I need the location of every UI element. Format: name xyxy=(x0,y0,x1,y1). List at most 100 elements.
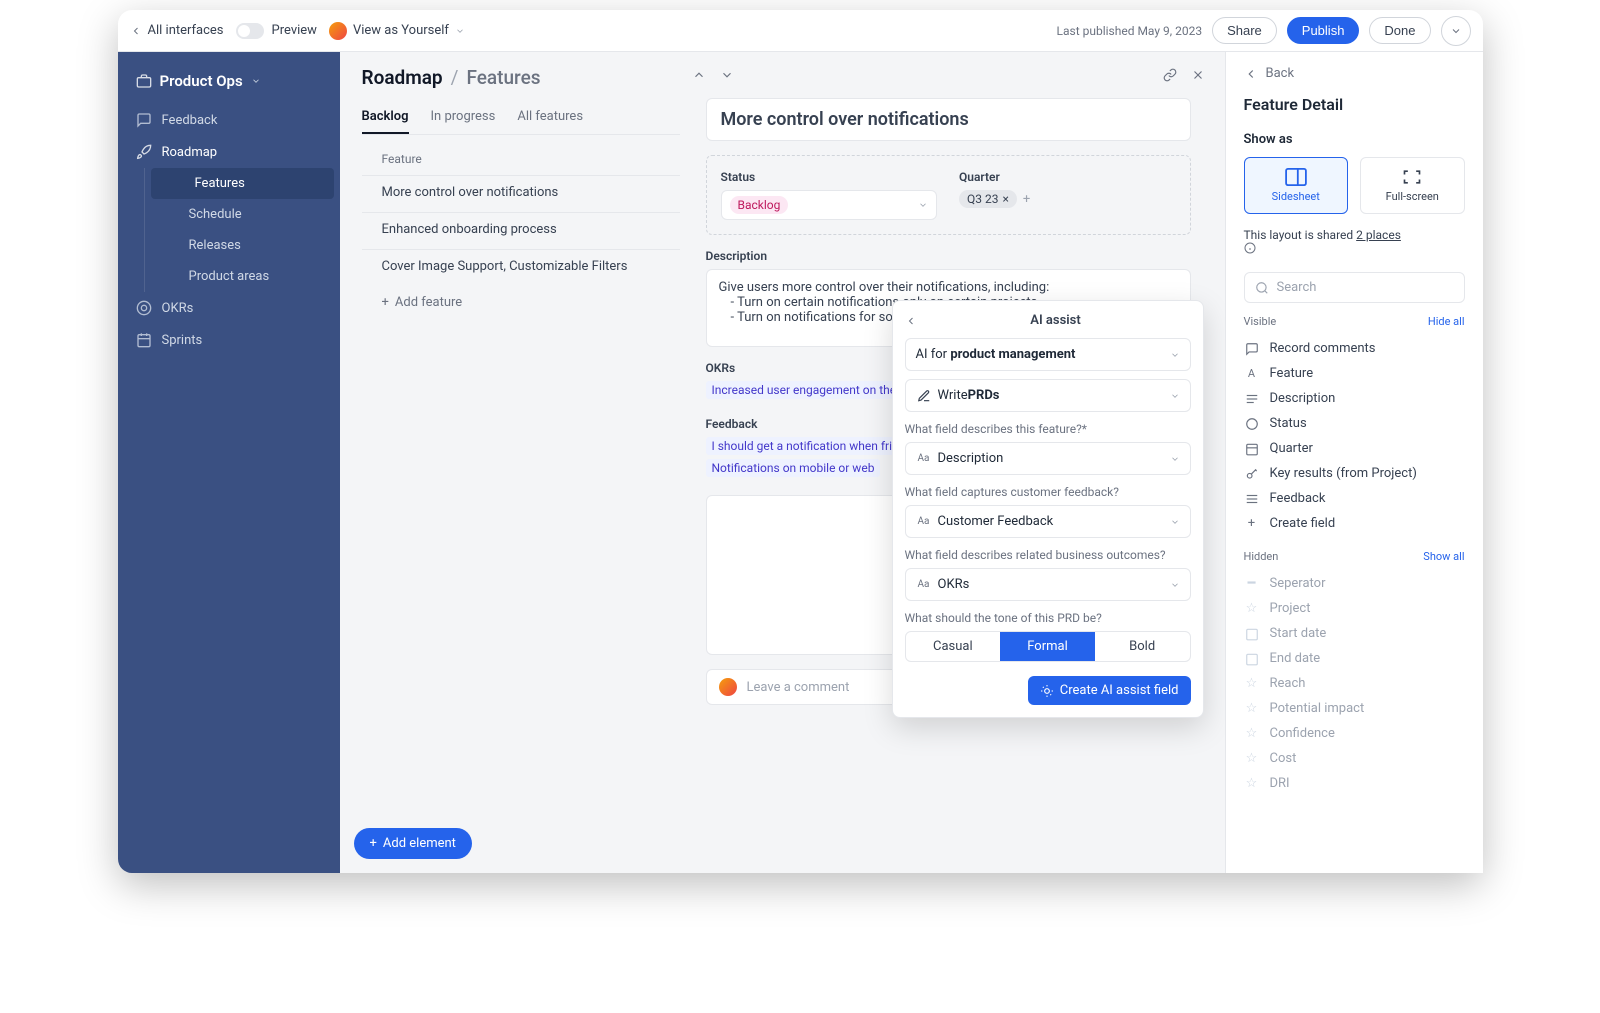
view-as-dropdown[interactable]: View as Yourself xyxy=(329,22,465,40)
field-label: DRI xyxy=(1270,776,1290,791)
sidebar-item-releases[interactable]: Releases xyxy=(145,230,340,261)
topbar-left: All interfaces Preview View as Yourself xyxy=(130,22,1045,40)
tab-all-features[interactable]: All features xyxy=(517,101,583,134)
chevron-down-icon[interactable] xyxy=(720,68,734,82)
workspace-switcher[interactable]: Product Ops xyxy=(118,66,340,104)
hidden-field-cost[interactable]: ☆Cost xyxy=(1244,746,1465,771)
hidden-field-separator[interactable]: ━Seperator xyxy=(1244,571,1465,596)
visible-field-comments[interactable]: Record comments xyxy=(1244,336,1465,361)
field-label: Status xyxy=(1270,416,1307,431)
select-value: Customer Feedback xyxy=(938,514,1054,529)
sidebar-item-sprints[interactable]: Sprints xyxy=(118,324,340,356)
sidebar-item-product-areas[interactable]: Product areas xyxy=(145,261,340,292)
show-all-button[interactable]: Show all xyxy=(1423,550,1464,563)
sidebar-item-features[interactable]: Features xyxy=(151,168,334,199)
feedback-linked-record[interactable]: I should get a notification when frien xyxy=(706,437,911,455)
field-label: Confidence xyxy=(1270,726,1335,741)
field-label: Create field xyxy=(1270,516,1336,531)
create-field-button[interactable]: +Create field xyxy=(1244,511,1465,536)
popover-title: AI assist xyxy=(921,313,1191,328)
publish-button[interactable]: Publish xyxy=(1287,17,1360,44)
chevron-down-icon xyxy=(251,76,261,86)
popover-back-button[interactable] xyxy=(905,315,921,327)
close-icon[interactable] xyxy=(1191,68,1205,82)
shared-places-link[interactable]: 2 places xyxy=(1356,228,1401,242)
hidden-field-confidence[interactable]: ☆Confidence xyxy=(1244,721,1465,746)
text-icon: Aa xyxy=(916,579,932,590)
visible-field-description[interactable]: Description xyxy=(1244,386,1465,411)
sidebar-label: Product areas xyxy=(189,269,270,284)
layout: Product Ops Feedback Roadmap Features xyxy=(118,52,1483,873)
sidebar-sub-roadmap: Features Schedule Releases Product areas xyxy=(118,168,340,292)
feedback-field-select[interactable]: Aa Customer Feedback xyxy=(905,505,1191,538)
sidebar-label: Feedback xyxy=(162,113,218,128)
tone-bold-button[interactable]: Bold xyxy=(1095,632,1190,661)
calendar-icon xyxy=(136,332,152,348)
star-icon: ☆ xyxy=(1244,676,1260,691)
chevron-up-icon[interactable] xyxy=(692,68,706,82)
tone-segmented-control: Casual Formal Bold xyxy=(905,631,1191,662)
briefcase-icon xyxy=(136,73,152,89)
add-element-button[interactable]: + Add element xyxy=(354,828,472,859)
visible-field-keyresults[interactable]: Key results (from Project) xyxy=(1244,461,1465,486)
record-title-input[interactable]: More control over notifications xyxy=(706,98,1191,141)
visible-field-feature[interactable]: AFeature xyxy=(1244,361,1465,386)
detail-nav xyxy=(692,68,734,82)
pencil-icon xyxy=(916,389,932,403)
panel-back-button[interactable]: Back xyxy=(1244,66,1465,81)
sidebar-item-roadmap[interactable]: Roadmap xyxy=(118,136,340,168)
sidebar-item-okrs[interactable]: OKRs xyxy=(118,292,340,324)
ai-action-select[interactable]: Write PRDs xyxy=(905,379,1191,412)
hidden-field-reach[interactable]: ☆Reach xyxy=(1244,671,1465,696)
info-icon[interactable] xyxy=(1244,242,1465,254)
tab-in-progress[interactable]: In progress xyxy=(431,101,496,134)
create-ai-field-button[interactable]: Create AI assist field xyxy=(1028,676,1191,705)
more-menu-button[interactable] xyxy=(1441,16,1471,46)
hidden-field-impact[interactable]: ☆Potential impact xyxy=(1244,696,1465,721)
chevron-down-icon xyxy=(455,26,465,36)
preview-toggle[interactable] xyxy=(236,23,264,39)
all-interfaces-link[interactable]: All interfaces xyxy=(130,23,224,38)
ai-category-select[interactable]: AI for product management xyxy=(905,338,1191,371)
hidden-field-project[interactable]: ☆Project xyxy=(1244,596,1465,621)
field-search-input[interactable]: Search xyxy=(1244,272,1465,303)
quarter-tag[interactable]: Q3 23 × xyxy=(959,190,1017,208)
tone-formal-button[interactable]: Formal xyxy=(1000,632,1095,661)
status-select[interactable]: Backlog xyxy=(721,190,938,220)
okrs-linked-record[interactable]: Increased user engagement on the p xyxy=(706,381,912,399)
add-quarter-button[interactable]: + xyxy=(1023,192,1030,207)
field-label: Cost xyxy=(1270,751,1297,766)
sel-prefix: Write xyxy=(938,388,968,403)
sidebar-item-feedback[interactable]: Feedback xyxy=(118,104,340,136)
panel-title: Feature Detail xyxy=(1244,95,1465,114)
search-placeholder: Search xyxy=(1277,280,1317,295)
close-icon[interactable]: × xyxy=(1002,192,1008,206)
visible-field-feedback[interactable]: Feedback xyxy=(1244,486,1465,511)
circle-icon xyxy=(1244,417,1260,431)
outcomes-field-select[interactable]: Aa OKRs xyxy=(905,568,1191,601)
feature-field-select[interactable]: Aa Description xyxy=(905,442,1191,475)
field-label: Seperator xyxy=(1270,576,1326,591)
note-prefix: This layout is shared xyxy=(1244,228,1357,242)
done-button[interactable]: Done xyxy=(1369,17,1430,44)
hidden-field-enddate[interactable]: End date xyxy=(1244,646,1465,671)
sidebar-item-schedule[interactable]: Schedule xyxy=(145,199,340,230)
show-as-fullscreen[interactable]: Full-screen xyxy=(1360,157,1465,214)
sparkle-icon xyxy=(1040,684,1054,698)
breadcrumb-root[interactable]: Roadmap xyxy=(362,66,443,89)
hidden-field-startdate[interactable]: Start date xyxy=(1244,621,1465,646)
share-button[interactable]: Share xyxy=(1212,17,1277,44)
pop-question: What should the tone of this PRD be? xyxy=(905,611,1191,625)
show-as-sidesheet[interactable]: Sidesheet xyxy=(1244,157,1349,214)
visible-field-quarter[interactable]: Quarter xyxy=(1244,436,1465,461)
feedback-linked-record[interactable]: Notifications on mobile or web xyxy=(706,459,881,477)
pop-question: What field describes related business ou… xyxy=(905,548,1191,562)
hidden-field-dri[interactable]: ☆DRI xyxy=(1244,771,1465,796)
hide-all-button[interactable]: Hide all xyxy=(1428,315,1465,328)
link-icon[interactable] xyxy=(1163,68,1177,82)
desc-text: Give users more control over their notif… xyxy=(719,280,1178,295)
tab-backlog[interactable]: Backlog xyxy=(362,101,409,134)
tone-casual-button[interactable]: Casual xyxy=(906,632,1001,661)
avatar-icon xyxy=(329,22,347,40)
visible-field-status[interactable]: Status xyxy=(1244,411,1465,436)
